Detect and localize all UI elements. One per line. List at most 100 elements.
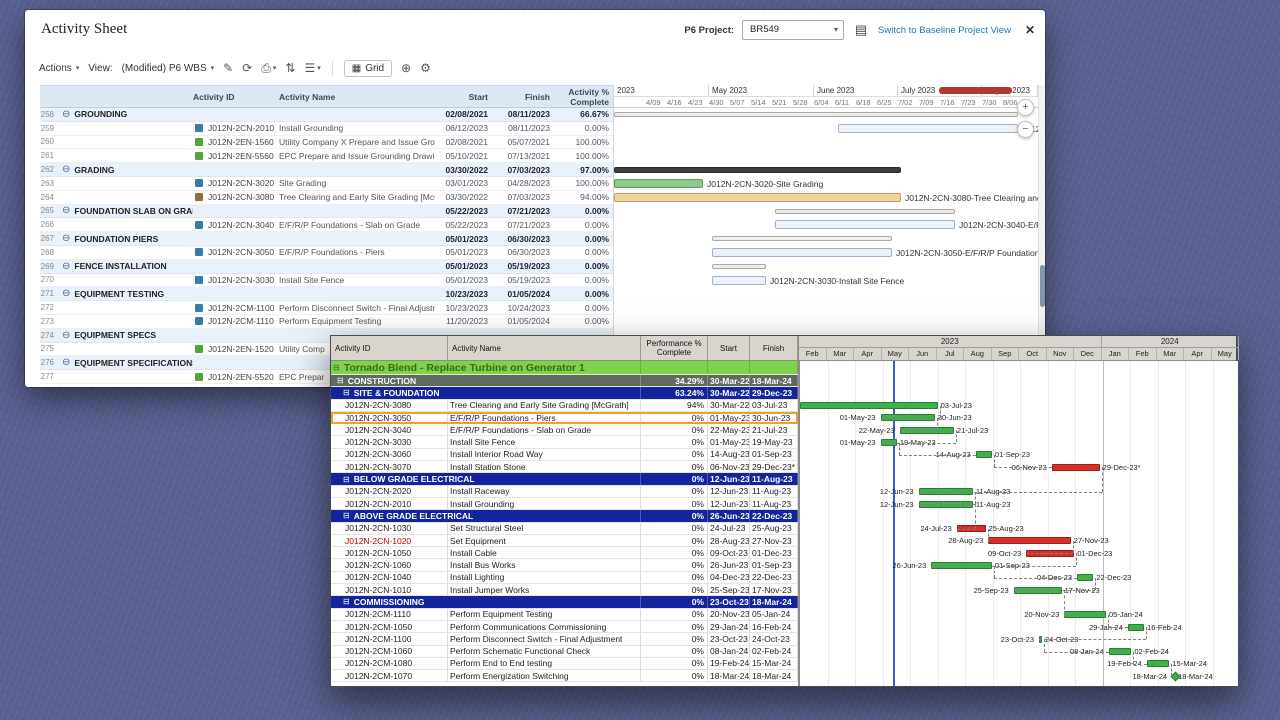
gantt-bar[interactable] — [775, 209, 955, 214]
activity-row[interactable]: J012N-2CN-1020Set Equipment0%28-Aug-2327… — [331, 535, 798, 547]
gantt-bar[interactable] — [1064, 611, 1106, 618]
gantt-bar[interactable] — [838, 124, 1018, 133]
activity-row[interactable]: 272J012N-2CM-1100Perform Disconnect Swit… — [40, 301, 613, 315]
activity-row[interactable]: 265⊖FOUNDATION SLAB ON GRADE05/22/202307… — [40, 205, 613, 219]
activity-row[interactable]: J012N-2CN-3030Install Site Fence0%01-May… — [331, 436, 798, 448]
project-dropdown[interactable]: BR549 ▾ — [742, 20, 844, 40]
activity-row[interactable]: J012N-2CN-1010Install Jumper Works0%25-S… — [331, 584, 798, 596]
column-header-activity-name[interactable]: Activity Name — [279, 86, 435, 107]
collapse-icon[interactable]: ⊟ — [343, 475, 350, 484]
gantt-bar[interactable] — [712, 276, 766, 285]
activity-row[interactable]: J012N-2CN-3060Install Interior Road Way0… — [331, 449, 798, 461]
gantt-bar[interactable] — [1109, 648, 1132, 655]
close-icon[interactable]: ✕ — [1025, 23, 1035, 37]
gantt-bar[interactable] — [614, 112, 1018, 117]
activity-row[interactable]: ⊟CONSTRUCTION34.29%30-Mar-22 A18-Mar-24 — [331, 375, 798, 387]
activity-row[interactable]: ⊟ABOVE GRADE ELECTRICAL0%26-Jun-2322-Dec… — [331, 510, 798, 522]
activity-row[interactable]: 267⊖FOUNDATION PIERS05/01/202306/30/2023… — [40, 232, 613, 246]
gantt-bar[interactable] — [800, 402, 938, 409]
refresh-icon[interactable]: ⟳ — [242, 61, 252, 75]
edit-icon[interactable]: ✎ — [223, 61, 233, 75]
activity-row[interactable]: J012N-2CM-1050Perform Communications Com… — [331, 621, 798, 633]
collapse-icon[interactable]: ⊖ — [62, 357, 70, 368]
activity-row[interactable]: J012N-2CN-2020Install Raceway0%12-Jun-23… — [331, 486, 798, 498]
activity-row[interactable]: 261J012N-2EN-5560EPC Prepare and Issue G… — [40, 149, 613, 163]
column-header-activity-id[interactable]: Activity ID — [331, 336, 448, 360]
grid-view-button[interactable]: ▦ Grid — [344, 60, 392, 77]
activity-row[interactable]: J012N-2CN-3050E/F/R/P Foundations - Pier… — [331, 412, 798, 424]
gantt-bar[interactable] — [614, 167, 901, 173]
collapse-icon[interactable]: ⊖ — [62, 205, 70, 216]
activity-row[interactable]: 259J012N-2CN-2010Install Grounding06/12/… — [40, 122, 613, 136]
activity-row[interactable]: 269⊖FENCE INSTALLATION05/01/202305/19/20… — [40, 260, 613, 274]
gantt-bar[interactable] — [988, 537, 1070, 544]
collapse-icon[interactable]: ⊟ — [343, 597, 350, 606]
column-header-activity-id[interactable]: Activity ID — [193, 86, 279, 107]
activity-row[interactable]: ⊟SITE & FOUNDATION63.24%30-Mar-22 A29-De… — [331, 387, 798, 399]
column-header-performance-pct[interactable]: Performance % Complete — [641, 336, 708, 360]
collapse-icon[interactable]: ⊖ — [62, 233, 70, 244]
activity-row[interactable]: J012N-2CN-3070Install Station Stone0%06-… — [331, 461, 798, 473]
activity-row[interactable]: 270J012N-2CN-3030Install Site Fence05/01… — [40, 274, 613, 288]
activity-row[interactable]: J012N-2CN-3040E/F/R/P Foundations - Slab… — [331, 424, 798, 436]
activity-row[interactable]: J012N-2CN-1050Install Cable0%09-Oct-2301… — [331, 547, 798, 559]
activity-row[interactable]: J012N-2CN-1060Install Bus Works0%26-Jun-… — [331, 559, 798, 571]
activity-row[interactable]: 262⊖GRADING03/30/202207/03/202397.00% — [40, 163, 613, 177]
scrollbar-thumb[interactable] — [1040, 265, 1045, 307]
collapse-icon[interactable]: ⊖ — [62, 261, 70, 272]
activity-row[interactable]: ⊟Tornado Blend - Replace Turbine on Gene… — [331, 361, 798, 375]
activity-row[interactable]: J012N-2CN-1030Set Structural Steel0%24-J… — [331, 523, 798, 535]
gantt-bar[interactable] — [1052, 464, 1100, 471]
switch-baseline-link[interactable]: Switch to Baseline Project View — [878, 25, 1011, 36]
activity-row[interactable]: J012N-2CN-3080Tree Clearing and Early Si… — [331, 400, 798, 412]
view-dropdown[interactable]: (Modified) P6 WBS ▾ — [122, 63, 215, 74]
baseline-compare-icon[interactable]: ▤ — [852, 21, 870, 39]
collapse-icon[interactable]: ⊖ — [62, 330, 70, 341]
collapse-icon[interactable]: ⊟ — [337, 376, 344, 385]
collapse-icon[interactable]: ⊖ — [62, 288, 70, 299]
gantt-bar[interactable] — [712, 236, 892, 241]
gantt-bar[interactable] — [614, 193, 901, 202]
zoom-in-button[interactable]: + — [1017, 99, 1034, 116]
column-header-start[interactable]: Start — [435, 86, 496, 107]
gantt-bar[interactable] — [976, 451, 992, 458]
zoom-out-button[interactable]: − — [1017, 121, 1034, 138]
activity-row[interactable]: 266J012N-2CN-3040E/F/R/P Foundations - S… — [40, 218, 613, 232]
activity-row[interactable]: ⊟COMMISSIONING0%23-Oct-2318-Mar-24 — [331, 596, 798, 608]
collapse-icon[interactable]: ⊟ — [333, 363, 340, 372]
actions-menu[interactable]: Actions ▾ — [39, 63, 79, 74]
column-header-activity-name[interactable]: Activity Name — [448, 336, 641, 360]
activity-row[interactable]: 263J012N-2CN-3020Site Grading03/01/20230… — [40, 177, 613, 191]
column-header-finish[interactable]: Finish — [750, 336, 798, 360]
gantt-bar[interactable] — [614, 179, 703, 188]
gantt-bar[interactable] — [1128, 624, 1144, 631]
activity-row[interactable]: 258⊖GROUNDING02/08/202108/11/202366.67% — [40, 108, 613, 122]
activity-row[interactable]: 273J012N-2CM-1110Perform Equipment Testi… — [40, 315, 613, 329]
activity-row[interactable]: J012N-2CM-1100Perform Disconnect Switch … — [331, 633, 798, 645]
activity-row[interactable]: J012N-2CN-1040Install Lighting0%04-Dec-2… — [331, 572, 798, 584]
gantt-bar[interactable] — [775, 220, 955, 229]
gantt-bar[interactable] — [1077, 574, 1093, 581]
column-header-start[interactable]: Start — [708, 336, 750, 360]
collapse-icon[interactable]: ⊟ — [343, 388, 350, 397]
gantt-bar[interactable] — [712, 248, 892, 257]
activity-row[interactable]: J012N-2CM-1060Perform Schematic Function… — [331, 646, 798, 658]
gantt-bar[interactable] — [712, 264, 766, 269]
activity-row[interactable]: ⊟BELOW GRADE ELECTRICAL0%12-Jun-2311-Aug… — [331, 473, 798, 485]
activity-row[interactable]: 268J012N-2CN-3050E/F/R/P Foundations - P… — [40, 246, 613, 260]
activity-row[interactable]: J012N-2CN-2010Install Grounding0%12-Jun-… — [331, 498, 798, 510]
locate-icon[interactable]: ⊕ — [401, 61, 411, 75]
column-header-pct[interactable]: Activity % Complete — [558, 86, 613, 107]
settings-icon[interactable]: ⚙ — [420, 61, 431, 75]
activity-row[interactable]: J012N-2CM-1070Perform Energization Switc… — [331, 670, 798, 682]
activity-row[interactable]: J012N-2CM-1080Perform End to End testing… — [331, 658, 798, 670]
collapse-icon[interactable]: ⊟ — [343, 511, 350, 520]
collapse-icon[interactable]: ⊖ — [62, 109, 70, 120]
activity-row[interactable]: J012N-2CM-1110Perform Equipment Testing0… — [331, 609, 798, 621]
menu-button[interactable]: ☰ ▾ — [304, 61, 320, 75]
sort-icon[interactable]: ⇅ — [285, 61, 295, 75]
column-header-finish[interactable]: Finish — [496, 86, 558, 107]
gantt-bar[interactable] — [1147, 660, 1170, 667]
activity-row[interactable]: 264J012N-2CN-3080Tree Clearing and Early… — [40, 191, 613, 205]
collapse-icon[interactable]: ⊖ — [62, 164, 70, 175]
